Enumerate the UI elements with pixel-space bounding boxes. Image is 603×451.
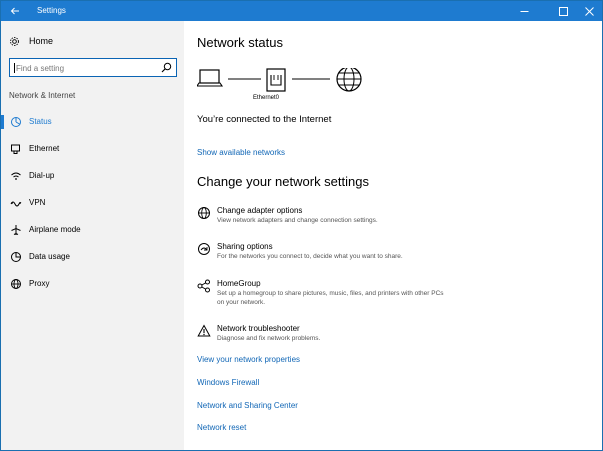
close-icon [584, 6, 594, 16]
dialup-icon [10, 170, 22, 182]
change-adapter-options[interactable]: Change adapter options View network adap… [197, 206, 597, 234]
option-title: HomeGroup [217, 279, 261, 288]
minimize-button[interactable] [511, 1, 537, 21]
view-network-properties-link[interactable]: View your network properties [197, 355, 300, 365]
show-available-networks-link[interactable]: Show available networks [197, 148, 285, 158]
indicator [1, 277, 4, 291]
close-button[interactable] [576, 1, 602, 21]
ethernet-adapter-icon [266, 68, 286, 92]
text-caret [14, 63, 15, 73]
indicator [1, 169, 4, 183]
data-usage-icon [10, 251, 22, 263]
sidebar-item-ethernet[interactable]: Ethernet [1, 138, 184, 160]
globe-icon [10, 278, 22, 290]
option-title: Sharing options [217, 242, 273, 251]
adapter-label: Ethernet0 [253, 95, 280, 101]
back-button[interactable] [1, 1, 29, 21]
windows-firewall-link[interactable]: Windows Firewall [197, 378, 259, 388]
network-status-title: Network status [197, 35, 283, 50]
connection-status: You’re connected to the Internet [197, 114, 332, 125]
option-description: Diagnose and fix network problems. [217, 335, 321, 342]
network-diagram [197, 68, 362, 92]
indicator [1, 250, 4, 264]
network-reset-link[interactable]: Network reset [197, 423, 246, 433]
sidebar-item-status[interactable]: Status [1, 111, 184, 133]
warning-icon [197, 324, 211, 338]
title-bar: Settings [1, 1, 602, 21]
sidebar-item-airplane-mode[interactable]: Airplane mode [1, 219, 184, 241]
sidebar-item-dialup[interactable]: Dial-up [1, 165, 184, 187]
vpn-icon [10, 197, 22, 209]
option-description: Set up a homegroup to share pictures, mu… [217, 290, 444, 306]
back-arrow-icon [10, 7, 19, 15]
laptop-icon [197, 69, 224, 87]
adapter-icon [197, 206, 211, 220]
sidebar-item-proxy[interactable]: Proxy [1, 273, 184, 295]
settings-window: Settings Home Find a setting Network & I… [0, 0, 603, 451]
network-troubleshooter[interactable]: Network troubleshooter Diagnose and fix … [197, 324, 597, 352]
sidebar-item-label: VPN [29, 198, 46, 207]
sidebar-item-label: Data usage [29, 252, 70, 261]
search-icon[interactable] [161, 62, 172, 73]
indicator [1, 142, 4, 156]
sidebar-item-label: Airplane mode [29, 225, 81, 234]
sidebar-item-label: Ethernet [29, 144, 60, 153]
minimize-icon [520, 10, 528, 12]
sidebar-item-label: Dial-up [29, 171, 55, 180]
maximize-button[interactable] [550, 1, 576, 21]
home-label: Home [29, 36, 54, 46]
sharing-options[interactable]: Sharing options For the networks you con… [197, 242, 597, 270]
sidebar-item-data-usage[interactable]: Data usage [1, 246, 184, 268]
content-pane: Network status Ethernet0 You’re connecte… [184, 21, 602, 450]
network-sharing-center-link[interactable]: Network and Sharing Center [197, 401, 298, 411]
option-title: Change adapter options [217, 206, 303, 215]
sidebar-item-label: Proxy [29, 279, 50, 288]
homegroup[interactable]: HomeGroup Set up a homegroup to share pi… [197, 279, 597, 317]
change-settings-title: Change your network settings [197, 174, 369, 189]
option-description: For the networks you connect to, decide … [217, 253, 403, 260]
home-button[interactable]: Home [9, 33, 53, 49]
gear-icon [10, 36, 19, 46]
sidebar-item-vpn[interactable]: VPN [1, 192, 184, 214]
status-icon [10, 116, 22, 128]
section-header: Network & Internet [9, 91, 76, 100]
homegroup-icon [197, 279, 211, 293]
ethernet-icon [10, 143, 22, 155]
option-title: Network troubleshooter [217, 324, 300, 333]
sidebar-item-label: Status [29, 117, 52, 126]
active-indicator [1, 115, 4, 129]
sharing-icon [197, 242, 211, 256]
search-placeholder: Find a setting [16, 64, 65, 73]
internet-globe-icon [336, 68, 362, 92]
window-title: Settings [37, 6, 66, 15]
option-description: View network adapters and change connect… [217, 217, 378, 224]
maximize-icon [558, 6, 568, 16]
indicator [1, 196, 4, 210]
search-input[interactable]: Find a setting [9, 58, 177, 77]
navigation-pane: Home Find a setting Network & Internet S… [1, 21, 184, 450]
indicator [1, 223, 4, 237]
airplane-icon [10, 224, 22, 236]
